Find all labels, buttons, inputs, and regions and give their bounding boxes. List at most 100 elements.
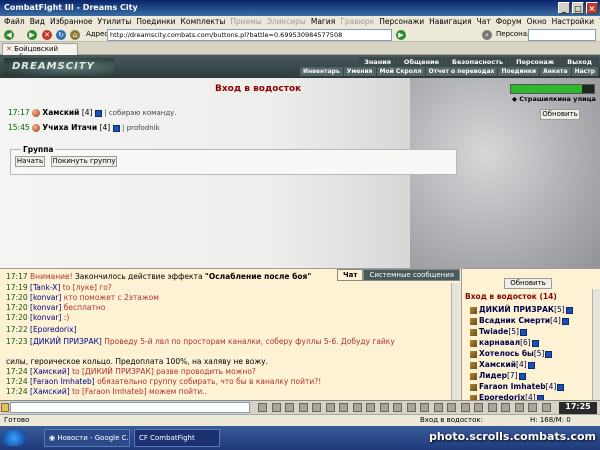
toolbar-action-icon[interactable]	[366, 403, 375, 412]
menu-item[interactable]: Чат	[477, 17, 491, 26]
subnav-item[interactable]: Умения	[343, 67, 376, 76]
player-nick[interactable]: Хамский	[42, 108, 79, 117]
chat-sender[interactable]: [konvar]	[30, 293, 61, 302]
online-user[interactable]: ДИКИЙ ПРИЗРАК[5]	[470, 305, 573, 314]
player-nick[interactable]: Учиха Итачи	[42, 123, 97, 132]
info-icon[interactable]	[557, 383, 565, 391]
leave-group-button[interactable]: Покинуть группу	[51, 156, 117, 167]
chat-time[interactable]: 17:20	[6, 313, 28, 322]
menu-item[interactable]: Форум	[496, 17, 522, 26]
info-icon[interactable]	[565, 306, 573, 314]
minimize-icon[interactable]: _	[558, 2, 570, 14]
online-user[interactable]: Хамский[4]	[470, 360, 535, 369]
online-user[interactable]: Twiade[5]	[470, 327, 527, 336]
toolbar-action-icon[interactable]	[285, 403, 294, 412]
refresh-icon[interactable]: ↻	[56, 30, 66, 40]
maximize-icon[interactable]: □	[572, 2, 584, 14]
menu-item[interactable]: Комплекты	[181, 17, 226, 26]
go-icon[interactable]: ▶	[396, 30, 406, 40]
back-icon[interactable]: ◀	[4, 30, 14, 40]
chat-input[interactable]	[10, 402, 250, 413]
chat-time[interactable]: 17:23	[6, 337, 28, 346]
online-user-nick[interactable]: ДИКИЙ ПРИЗРАК	[479, 305, 554, 314]
toolbar-action-icon[interactable]	[541, 403, 551, 412]
subnav-item[interactable]: Инвентарь	[299, 67, 343, 76]
toolbar-action-icon[interactable]	[298, 403, 308, 412]
online-user[interactable]: Всадник Смерти[4]	[470, 316, 569, 325]
taskbar-item-combatfight[interactable]: CF CombatFight	[134, 429, 220, 447]
subnav-item[interactable]: Отчет о переводах	[425, 67, 498, 76]
topnav-item[interactable]: Общение	[397, 57, 446, 67]
taskbar-item-chrome[interactable]: ◉ Новости - Google C...	[44, 429, 130, 447]
chat-sender[interactable]: [Хамский]	[30, 387, 70, 396]
online-user-nick[interactable]: Хотелось бы	[479, 349, 534, 358]
emoji-icon[interactable]	[1, 403, 9, 412]
toolbar-action-icon[interactable]	[325, 403, 335, 412]
chat-sender[interactable]: [ДИКИЙ ПРИЗРАК]	[30, 337, 102, 346]
online-scrollbar[interactable]	[592, 289, 600, 401]
online-user-nick[interactable]: карнавал	[479, 338, 520, 347]
toolbar-action-icon[interactable]	[433, 403, 443, 412]
chat-sender[interactable]: [konvar]	[30, 313, 61, 322]
toolbar-action-icon[interactable]	[271, 403, 281, 412]
location-label[interactable]: ◆ Страшилкина улица	[512, 95, 596, 103]
toolbar-action-icon[interactable]	[352, 403, 362, 412]
online-user[interactable]: Faraon Imhateb[4]	[470, 382, 565, 391]
tab-system-messages[interactable]: Системные сообщения	[363, 269, 460, 281]
toolbar-action-icon[interactable]	[312, 403, 321, 412]
toolbar-action-icon[interactable]	[420, 403, 429, 412]
online-user-nick[interactable]: Хамский	[479, 360, 516, 369]
chat-sender[interactable]: [Tank-X]	[30, 283, 60, 292]
toolbar-action-icon[interactable]	[258, 403, 267, 412]
menu-item[interactable]: Избранное	[50, 17, 93, 26]
menu-item[interactable]: Персонажи	[379, 17, 424, 26]
chat-time[interactable]: 17:24	[6, 387, 28, 396]
search-icon[interactable]: ⌕	[482, 30, 492, 40]
online-user[interactable]: Лидер[7]	[470, 371, 526, 380]
info-icon[interactable]	[561, 317, 569, 325]
menu-item[interactable]: Вид	[30, 17, 45, 26]
subnav-item[interactable]: Мой Скролл	[376, 67, 425, 76]
menu-item[interactable]: Поединки	[136, 17, 175, 26]
home-icon[interactable]: ⌂	[70, 30, 80, 40]
toolbar-action-icon[interactable]	[406, 403, 416, 412]
menu-item[interactable]: Приемы	[230, 17, 261, 26]
chat-time[interactable]: 17:19	[6, 283, 28, 292]
toolbar-action-icon[interactable]	[514, 403, 524, 412]
online-user-nick[interactable]: Faraon Imhateb	[479, 382, 546, 391]
menu-item[interactable]: Эликсиры	[267, 17, 306, 26]
close-icon[interactable]: ×	[586, 2, 598, 14]
online-user-nick[interactable]: Лидер	[479, 371, 507, 380]
online-user[interactable]: Хотелось бы[5]	[470, 349, 553, 358]
tab-chat[interactable]: Чат	[337, 269, 364, 281]
topnav-item[interactable]: Выход	[561, 57, 598, 67]
subnav-item[interactable]: Анкета	[540, 67, 571, 76]
online-user[interactable]: карнавал[6]	[470, 338, 539, 347]
info-icon[interactable]	[545, 350, 553, 358]
start-button[interactable]	[2, 430, 26, 446]
toolbar-action-icon[interactable]	[460, 403, 470, 412]
chat-time[interactable]: 17:17	[6, 272, 28, 281]
chat-time[interactable]: 17:20	[6, 303, 28, 312]
menu-item[interactable]: Навигация	[429, 17, 472, 26]
info-icon[interactable]	[518, 372, 526, 380]
menu-item[interactable]: Гравюрк	[340, 17, 374, 26]
player-info-icon[interactable]	[112, 124, 120, 132]
refresh-online-button[interactable]: Обновить	[504, 278, 552, 289]
menu-item[interactable]: Окно	[527, 17, 547, 26]
chat-sender[interactable]: [Faraon Imhateb]	[30, 377, 95, 386]
menu-item[interactable]: Файл	[4, 17, 25, 26]
forward-icon[interactable]: ▶	[27, 30, 37, 40]
chat-time[interactable]: 17:24	[6, 377, 28, 386]
toolbar-action-icon[interactable]	[447, 403, 456, 412]
chat-sender[interactable]: [Хамский]	[30, 367, 70, 376]
start-button[interactable]: Начать	[15, 156, 45, 167]
tab-fight-club[interactable]: ✕ Бойцовский клуб	[2, 43, 78, 61]
topnav-item[interactable]: Безопасность	[446, 57, 510, 67]
toolbar-action-icon[interactable]	[379, 403, 389, 412]
persona-select[interactable]	[528, 29, 596, 41]
chat-time[interactable]: 17:22	[6, 325, 28, 334]
topnav-item[interactable]: Знания	[358, 57, 397, 67]
subnav-item[interactable]: Поединки	[498, 67, 540, 76]
info-icon[interactable]	[527, 361, 535, 369]
